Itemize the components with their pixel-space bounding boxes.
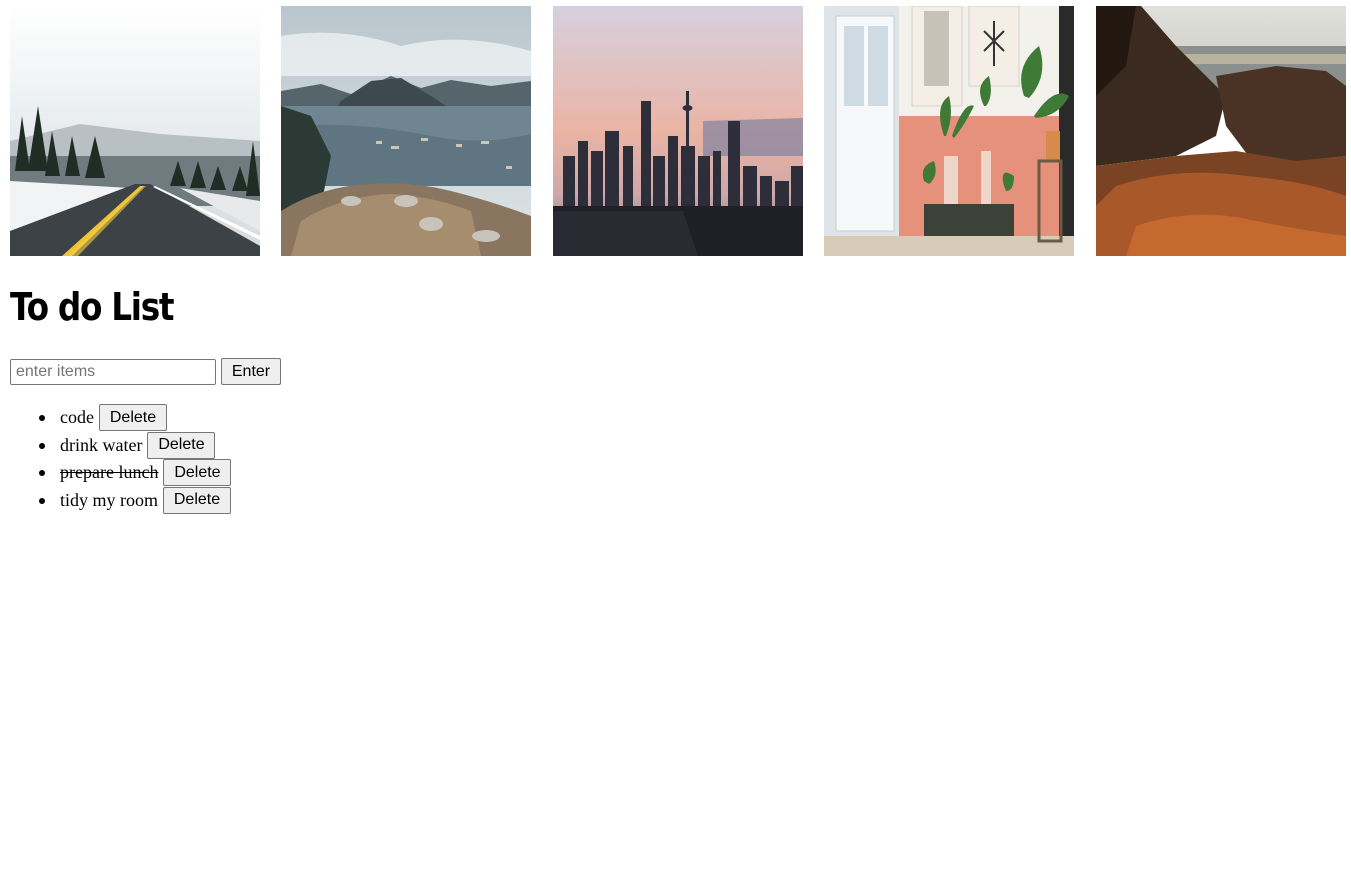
- plants-interior-photo: [824, 6, 1074, 256]
- page-title: To do List: [10, 285, 175, 329]
- item-input[interactable]: [10, 358, 216, 385]
- fjord-mountain-photo: [281, 6, 531, 256]
- todo-text[interactable]: code: [60, 407, 94, 428]
- todo-list: code Delete drink water Delete prepare l…: [0, 404, 232, 515]
- list-item: drink water Delete: [38, 431, 231, 460]
- list-item: prepare lunch Delete: [38, 459, 232, 487]
- delete-button[interactable]: Delete: [163, 459, 232, 487]
- add-item-form: Enter: [10, 358, 281, 385]
- todo-text[interactable]: prepare lunch: [60, 462, 158, 483]
- delete-button[interactable]: Delete: [98, 404, 167, 432]
- list-item: tidy my room Delete: [38, 486, 231, 515]
- todo-text[interactable]: drink water: [60, 435, 142, 456]
- snowy-road-photo: [10, 6, 260, 256]
- photo-gallery: [10, 6, 1351, 256]
- city-skyline-photo: [553, 6, 803, 256]
- coastal-rocks-photo: [1096, 6, 1346, 256]
- delete-button[interactable]: Delete: [163, 486, 231, 514]
- delete-button[interactable]: Delete: [147, 431, 216, 459]
- enter-button[interactable]: Enter: [221, 358, 281, 385]
- list-item: code Delete: [38, 404, 231, 432]
- todo-text[interactable]: tidy my room: [60, 490, 158, 511]
